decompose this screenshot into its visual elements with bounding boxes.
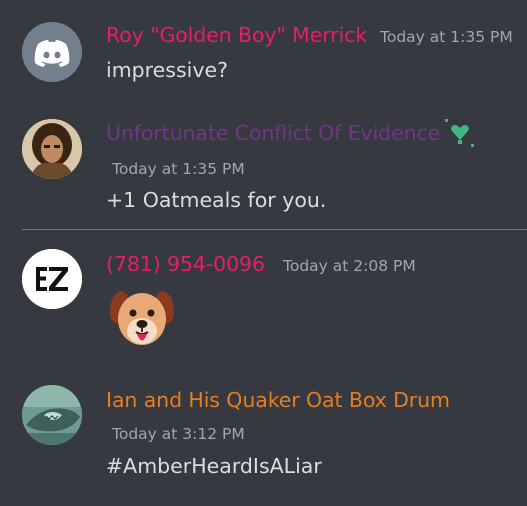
portrait-avatar xyxy=(22,119,82,179)
message: Ian and His Quaker Oat Box Drum Today at… xyxy=(0,360,527,506)
discord-logo-icon xyxy=(34,40,70,67)
timestamp: Today at 2:08 PM xyxy=(283,257,416,275)
message: Roy "Golden Boy" Merrick Today at 1:35 P… xyxy=(0,0,527,100)
timestamp: Today at 1:35 PM xyxy=(112,160,245,178)
avatar[interactable] xyxy=(22,385,82,445)
message-content: impressive? xyxy=(106,58,228,82)
avatar[interactable] xyxy=(22,119,82,179)
shark-avatar xyxy=(22,385,82,445)
message: Unfortunate Conflict Of Evidence Today a… xyxy=(0,100,527,225)
sparkle-heart-icon[interactable] xyxy=(444,116,476,150)
author-name[interactable]: Ian and His Quaker Oat Box Drum xyxy=(106,388,450,412)
dog-face-emoji[interactable] xyxy=(106,281,178,353)
ez-logo-icon xyxy=(22,249,82,309)
message-content: #AmberHeardIsALiar xyxy=(106,454,322,478)
timestamp: Today at 1:35 PM xyxy=(380,28,513,46)
message: (781) 954-0096 Today at 2:08 PM xyxy=(0,230,527,360)
avatar[interactable] xyxy=(22,249,82,309)
author-name[interactable]: (781) 954-0096 xyxy=(106,252,265,276)
author-name[interactable]: Unfortunate Conflict Of Evidence xyxy=(106,121,440,145)
timestamp: Today at 3:12 PM xyxy=(112,425,245,443)
avatar[interactable] xyxy=(22,22,82,82)
author-name[interactable]: Roy "Golden Boy" Merrick xyxy=(106,23,367,47)
message-content: +1 Oatmeals for you. xyxy=(106,188,327,212)
